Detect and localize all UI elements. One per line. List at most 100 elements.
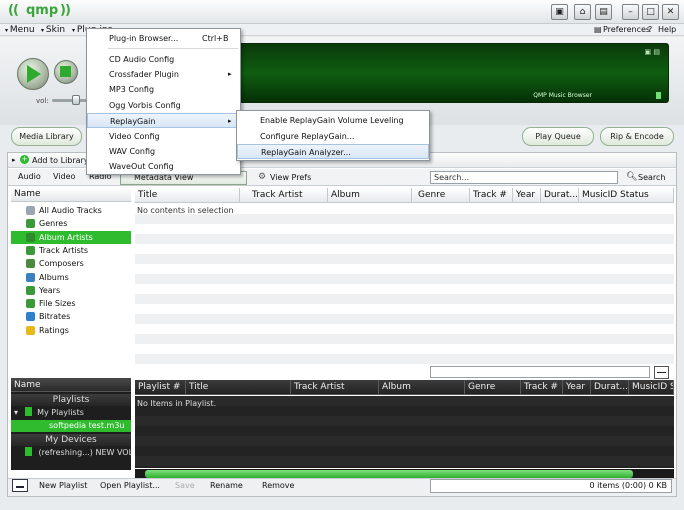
tab-video[interactable]: Video: [53, 172, 75, 181]
add-icon: +: [20, 155, 29, 164]
search-icon: 🔍︎: [626, 172, 638, 182]
playlist-tree-header[interactable]: Name: [11, 378, 131, 392]
add-to-library-button[interactable]: Add to Library: [32, 156, 89, 165]
col-playlist-number[interactable]: Playlist #: [135, 380, 186, 395]
menu-skin[interactable]: Skin: [41, 25, 65, 36]
playlist-grid-empty-text: No Items in Playlist.: [137, 399, 217, 408]
track-grid-rows[interactable]: [135, 204, 674, 366]
tree-item[interactable]: Years: [11, 284, 131, 297]
remove-button[interactable]: Remove: [262, 481, 294, 490]
preferences-icon: ▤: [594, 25, 602, 34]
col-duration[interactable]: Durat...: [541, 188, 579, 203]
play-queue-button[interactable]: Play Queue: [522, 127, 594, 146]
menu-preferences[interactable]: Preferences: [603, 25, 650, 34]
col-pl-title[interactable]: Title: [186, 380, 291, 395]
col-track-number[interactable]: Track #: [470, 188, 513, 203]
tree-item[interactable]: File Sizes: [11, 297, 131, 310]
col-pl-track-number[interactable]: Track #: [521, 380, 563, 395]
media-library-button[interactable]: Media Library: [11, 127, 82, 146]
category-icon: [26, 312, 35, 322]
col-pl-musicid[interactable]: MusicID S: [629, 380, 674, 395]
expand-icon[interactable]: ▸: [12, 156, 16, 164]
tree-item[interactable]: Bitrates: [11, 310, 131, 323]
section-playlists[interactable]: Playlists: [11, 394, 131, 406]
close-button[interactable]: ✕: [662, 4, 679, 20]
mini-player-button[interactable]: ▣: [551, 4, 568, 20]
menu-item-ogg-vorbis-config[interactable]: Ogg Vorbis Config: [87, 98, 240, 113]
tab-audio[interactable]: Audio: [18, 172, 41, 181]
col-pl-genre[interactable]: Genre: [465, 380, 521, 395]
menu-menu[interactable]: Menu: [5, 25, 35, 36]
menu-item-crossfader[interactable]: Crossfader Plugin ▸: [87, 67, 240, 82]
minimize-button[interactable]: –: [622, 4, 639, 20]
menu-item-replaygain[interactable]: ReplayGain ▸: [87, 113, 240, 128]
menu-item-cd-audio-config[interactable]: CD Audio Config: [87, 52, 240, 67]
tree-item[interactable]: Ratings: [11, 324, 131, 337]
tree-item-label: Albums: [39, 272, 69, 282]
rip-encode-button[interactable]: Rip & Encode: [600, 127, 674, 146]
gear-icon: ⚙: [258, 172, 267, 182]
stop-icon: [60, 66, 71, 77]
col-musicid-status[interactable]: MusicID Status: [579, 188, 674, 203]
view-prefs-button[interactable]: View Prefs: [270, 173, 311, 182]
new-playlist-button[interactable]: New Playlist: [39, 481, 87, 490]
col-pl-duration[interactable]: Durat...: [591, 380, 629, 395]
help-icon: ?: [648, 25, 653, 34]
pin-icon[interactable]: ⌂: [574, 4, 591, 20]
horizontal-scrollbar-thumb[interactable]: [145, 470, 633, 478]
my-playlists-node[interactable]: ▾ My Playlists: [11, 407, 131, 419]
menu-separator: [108, 48, 238, 49]
menu-item-plugin-browser[interactable]: Plug-in Browser... Ctrl+B: [87, 31, 240, 46]
section-my-devices[interactable]: My Devices: [11, 434, 131, 446]
col-pl-track-artist[interactable]: Track Artist: [291, 380, 379, 395]
rename-button[interactable]: Rename: [210, 481, 243, 490]
tree-item[interactable]: All Audio Tracks: [11, 204, 131, 217]
menu-item-video-config[interactable]: Video Config: [87, 129, 240, 144]
open-playlist-button[interactable]: Open Playlist...: [100, 481, 160, 490]
volume-knob[interactable]: [72, 95, 80, 105]
category-icon: [26, 232, 35, 242]
playlist-grid-header: Playlist # Title Track Artist Album Genr…: [135, 380, 674, 395]
signal-icon: [656, 92, 661, 99]
tree-item[interactable]: Track Artists: [11, 244, 131, 257]
search-button[interactable]: Search: [638, 173, 665, 182]
tree-item[interactable]: Composers: [11, 257, 131, 270]
device-item[interactable]: (refreshing...) NEW VOLUME: [11, 447, 131, 459]
menu-item-enable-replaygain[interactable]: Enable ReplayGain Volume Leveling: [237, 113, 429, 128]
category-icon: [26, 272, 35, 282]
playlist-panel-glyph: [16, 486, 24, 488]
search-input[interactable]: Search...: [430, 171, 618, 184]
save-button[interactable]: Save: [175, 481, 195, 490]
menu-item-configure-replaygain[interactable]: Configure ReplayGain...: [237, 129, 429, 144]
category-icon: [26, 259, 35, 269]
col-track-artist[interactable]: Track Artist: [240, 188, 328, 203]
submenu-arrow-icon: ▸: [228, 117, 232, 125]
playlist-filter-input[interactable]: [430, 366, 650, 378]
col-pl-year[interactable]: Year: [563, 380, 591, 395]
playlist-item-softpedia[interactable]: softpedia test.m3u: [11, 420, 131, 432]
menu-item-replaygain-analyzer[interactable]: ReplayGain Analyzer...: [237, 144, 429, 159]
save-playlist-icon[interactable]: [654, 366, 669, 379]
menu-item-mp3-config[interactable]: MP3 Config: [87, 82, 240, 97]
skin-mode-button[interactable]: ▤: [595, 4, 612, 20]
playlist-panel-icon[interactable]: [12, 479, 28, 492]
category-icon: [26, 325, 35, 335]
col-title[interactable]: Title: [135, 188, 240, 203]
maximize-button[interactable]: □: [642, 4, 659, 20]
col-pl-album[interactable]: Album: [379, 380, 465, 395]
tree-item[interactable]: Album Artists: [11, 230, 131, 244]
col-year[interactable]: Year: [513, 188, 541, 203]
menu-help[interactable]: Help: [658, 25, 676, 34]
col-genre[interactable]: Genre: [412, 188, 470, 203]
display-mode-icon[interactable]: ▣ ▤: [645, 48, 660, 56]
tree-item[interactable]: Genres: [11, 217, 131, 230]
menu-item-waveout-config[interactable]: WaveOut Config: [87, 159, 240, 174]
volume-label: vol:: [36, 97, 49, 105]
category-icon: [26, 285, 35, 295]
tree-item[interactable]: Albums: [11, 271, 131, 284]
status-readout: 0 items (0:00) 0 KB: [430, 479, 672, 493]
tree-column-header[interactable]: Name: [11, 188, 131, 202]
col-album[interactable]: Album: [328, 188, 412, 203]
replaygain-label: ReplayGain: [110, 117, 156, 126]
menu-item-wav-config[interactable]: WAV Config: [87, 144, 240, 159]
